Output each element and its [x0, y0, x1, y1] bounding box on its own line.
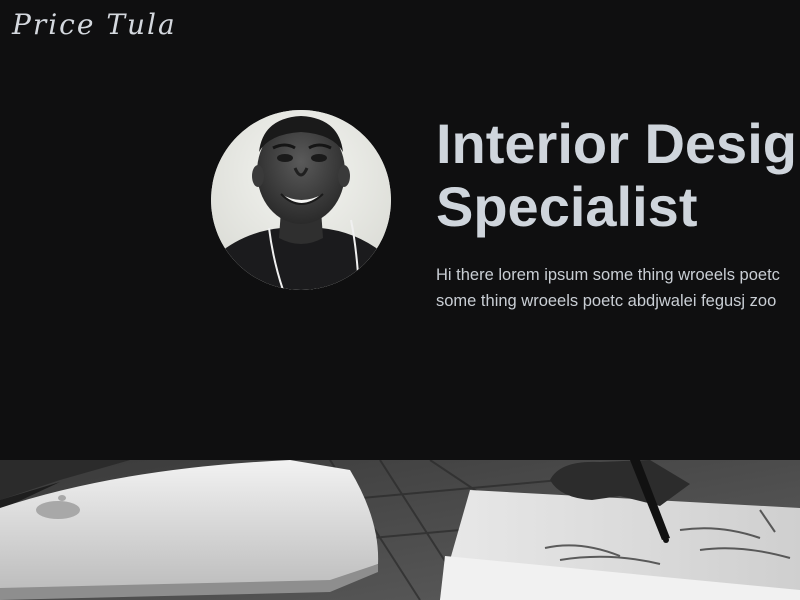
workspace-photo-band — [0, 460, 800, 600]
hero-intro-text: Hi there lorem ipsum some thing wroeels … — [436, 262, 800, 315]
headline-line-2: Specialist — [436, 175, 698, 239]
profile-avatar — [211, 110, 391, 290]
intro-line-1: Hi there lorem ipsum some thing wroeels … — [436, 266, 780, 284]
intro-line-2: some thing wroeels poetc abdjwalei fegus… — [436, 292, 777, 311]
page: Price Tula Interior Design Specialist Hi… — [0, 0, 800, 600]
hero-section: Interior Design Specialist Hi there lore… — [0, 0, 800, 460]
avatar-photo — [211, 110, 391, 290]
headline-line-1: Interior Design — [436, 112, 800, 175]
workspace-photo — [0, 460, 800, 600]
hero-headline: Interior Design Specialist — [436, 112, 800, 239]
